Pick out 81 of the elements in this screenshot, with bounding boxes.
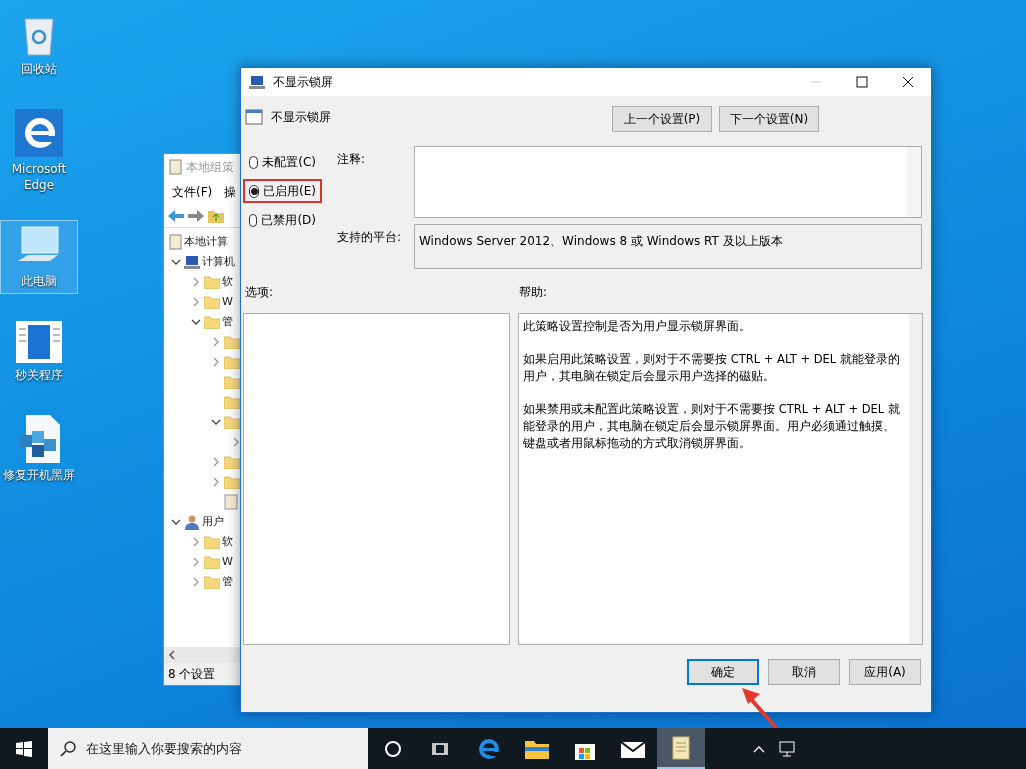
tree-item-label[interactable]: 管 [222,573,233,591]
user-icon [184,514,200,530]
desktop-icon-label: Microsoft Edge [10,161,68,193]
folder-icon [224,455,240,469]
cubes-document-icon [18,415,60,463]
tree-item-label[interactable]: W [222,293,233,311]
radio-option[interactable]: 已启用(E) [243,179,322,203]
status-text: 8 个设置 [168,666,216,683]
chevron-down-icon[interactable] [191,317,201,327]
document-icon [224,494,238,510]
chevron-down-icon[interactable] [211,417,221,427]
settings-window-icon [245,108,263,126]
envelope-icon [621,739,645,758]
computer-icon [249,75,265,89]
folder-icon [204,555,220,569]
back-arrow-icon[interactable] [168,208,184,223]
section-label: 选项: [245,284,275,301]
platform-text: Windows Server 2012、Windows 8 或 Windows RT 及以上版本 [419,234,783,248]
scroll-document-icon [168,159,182,175]
tree-item-label[interactable]: 管 [222,313,233,331]
folder-icon [224,415,240,429]
radio-option[interactable]: 已禁用(D) [243,208,322,232]
computer-icon [184,255,200,269]
section-label: 帮助: [519,284,548,301]
edge-logo-icon [478,737,500,760]
edge-logo-icon [15,109,63,157]
tree-item-label[interactable]: 本地计算 [184,233,228,251]
vertical-scrollbar[interactable] [909,314,922,644]
scroll-left-icon[interactable] [168,650,176,660]
dialog-button[interactable]: 取消 [768,659,840,685]
tree-item-label[interactable]: 用户 [202,513,224,531]
folder-icon [224,355,240,369]
scroll-document-icon [671,735,691,760]
nav-button[interactable]: 下一个设置(N) [719,106,819,132]
chevron-up-icon[interactable] [753,744,765,753]
chevron-down-icon[interactable] [171,517,181,527]
window-title: 不显示锁屏 [273,74,334,91]
folder-icon [204,315,220,329]
window-app-icon [16,321,62,363]
windows-logo-icon [16,740,32,757]
help-paragraph: 如果禁用或未配置此策略设置，则对于不需要按 CTRL + ALT + DEL 就能登录的用户，其电脑在锁定后会显示锁屏界面。用户必须通过触摸、键盘或者用鼠标拖动的方式取消锁屏界面。 [523,401,901,452]
desktop-icon-label: 回收站 [20,61,58,77]
folder-icon [204,535,220,549]
help-paragraph: 如果启用此策略设置，则对于不需要按 CTRL + ALT + DEL 就能登录的用户，其电脑在锁定后会显示用户选择的磁贴。 [523,351,901,385]
dialog-button[interactable]: 应用(A) [849,659,921,685]
tree-item-label[interactable]: 计算机 [202,253,235,271]
nav-button[interactable]: 上一个设置(P) [612,106,712,132]
folder-icon [224,335,240,349]
search-field[interactable]: 在这里输入你要搜索的内容 [48,728,368,769]
circle-icon [384,739,402,758]
folder-icon [224,475,240,489]
field-label: 注释: [337,151,367,168]
dialog-button[interactable]: 确定 [687,659,759,685]
folder-up-icon[interactable] [208,208,224,223]
tree-item-label[interactable]: W [222,553,233,571]
window-title: 本地组策 [186,159,234,176]
folder-icon [204,575,220,589]
search-input[interactable]: 在这里输入你要搜索的内容 [86,738,356,759]
menu-item[interactable]: 操 [224,183,237,201]
radio-option[interactable]: 未配置(C) [243,150,322,174]
folder-icon [224,395,240,409]
tree-item-label[interactable]: 软 [222,273,233,291]
scroll-document-icon [168,234,182,250]
radio-circle[interactable] [249,184,260,198]
comment-field[interactable] [414,146,922,218]
folder-icon [224,375,240,389]
policy-heading: 不显示锁屏 [271,109,332,126]
desktop-icon-label: 修复开机黑屏 [2,467,76,483]
desktop-icon-label: 此电脑 [20,273,58,289]
search-icon [60,740,76,757]
network-icon[interactable] [779,740,797,757]
folder-icon [204,295,220,309]
help-paragraph: 此策略设置控制是否为用户显示锁屏界面。 [523,318,752,335]
field-label: 支持的平台: [337,229,403,246]
forward-arrow-icon[interactable] [188,208,204,223]
folder-icon [204,275,220,289]
menu-item[interactable]: 文件(F) [172,183,213,201]
folder-icon [525,738,549,759]
desktop-icon-label: 秒关程序 [14,367,64,383]
chevron-down-icon[interactable] [171,257,181,267]
tree-item-label[interactable]: 软 [222,533,233,551]
